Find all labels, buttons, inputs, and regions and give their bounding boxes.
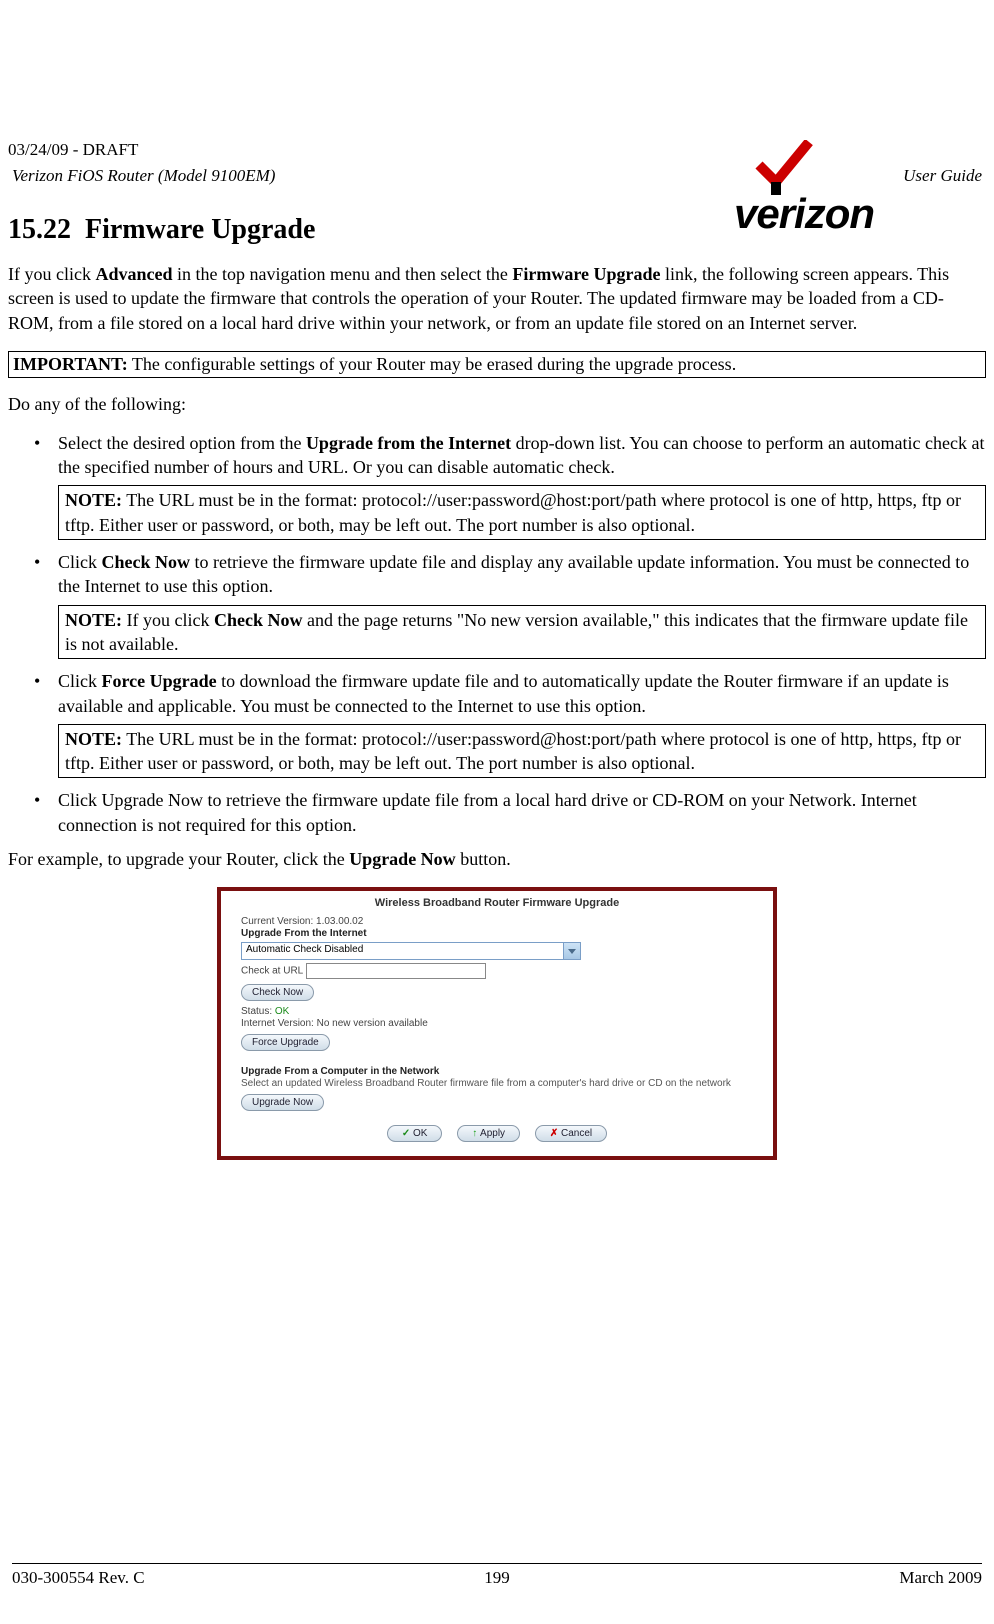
logo-text: verizon xyxy=(734,190,874,238)
check-now-button[interactable]: Check Now xyxy=(241,984,314,1001)
do-any-text: Do any of the following: xyxy=(8,394,986,415)
page-number: 199 xyxy=(484,1568,510,1588)
internet-version: Internet Version: No new version availab… xyxy=(241,1018,753,1029)
check-icon: ✓ xyxy=(402,1128,413,1139)
auto-check-select[interactable]: Automatic Check Disabled xyxy=(241,942,581,960)
router-screenshot: Wireless Broadband Router Firmware Upgra… xyxy=(217,887,777,1160)
important-box: IMPORTANT: The configurable settings of … xyxy=(8,351,986,378)
footer-left: 030-300554 Rev. C xyxy=(12,1568,145,1588)
arrow-up-icon: ↑ xyxy=(472,1128,480,1139)
check-url-input[interactable] xyxy=(306,963,486,979)
upgrade-internet-heading: Upgrade From the Internet xyxy=(241,928,753,939)
check-url-row: Check at URL xyxy=(241,963,753,979)
note-box-2: NOTE: If you click Check Now and the pag… xyxy=(58,605,986,660)
product-name: Verizon FiOS Router (Model 9100EM) xyxy=(12,166,275,186)
verizon-logo: verizon xyxy=(734,140,974,250)
intro-paragraph: If you click Advanced in the top navigat… xyxy=(8,262,986,335)
router-ui-title: Wireless Broadband Router Firmware Upgra… xyxy=(221,891,773,915)
cancel-button[interactable]: ✗ Cancel xyxy=(535,1125,607,1142)
note-box-3: NOTE: The URL must be in the format: pro… xyxy=(58,724,986,779)
apply-button[interactable]: ↑ Apply xyxy=(457,1125,520,1142)
close-icon: ✗ xyxy=(550,1128,561,1139)
force-upgrade-button[interactable]: Force Upgrade xyxy=(241,1034,330,1051)
bullet-check-now: Click Check Now to retrieve the firmware… xyxy=(58,550,986,659)
upgrade-now-button[interactable]: Upgrade Now xyxy=(241,1094,324,1111)
checkmark-icon xyxy=(754,140,814,195)
ok-button[interactable]: ✓ OK xyxy=(387,1125,443,1142)
bullet-upgrade-internet: Select the desired option from the Upgra… xyxy=(58,431,986,540)
upgrade-computer-desc: Select an updated Wireless Broadband Rou… xyxy=(241,1078,753,1090)
current-version: Current Version: 1.03.00.02 xyxy=(241,916,753,927)
footer-right: March 2009 xyxy=(899,1568,982,1588)
upgrade-computer-heading: Upgrade From a Computer in the Network xyxy=(241,1066,753,1077)
footer: 030-300554 Rev. C 199 March 2009 xyxy=(12,1563,982,1588)
bullet-upgrade-now: Click Upgrade Now to retrieve the firmwa… xyxy=(58,788,986,837)
bullet-force-upgrade: Click Force Upgrade to download the firm… xyxy=(58,669,986,778)
note-box-1: NOTE: The URL must be in the format: pro… xyxy=(58,485,986,540)
status-row: Status: OK xyxy=(241,1006,753,1017)
example-paragraph: For example, to upgrade your Router, cli… xyxy=(8,847,986,871)
